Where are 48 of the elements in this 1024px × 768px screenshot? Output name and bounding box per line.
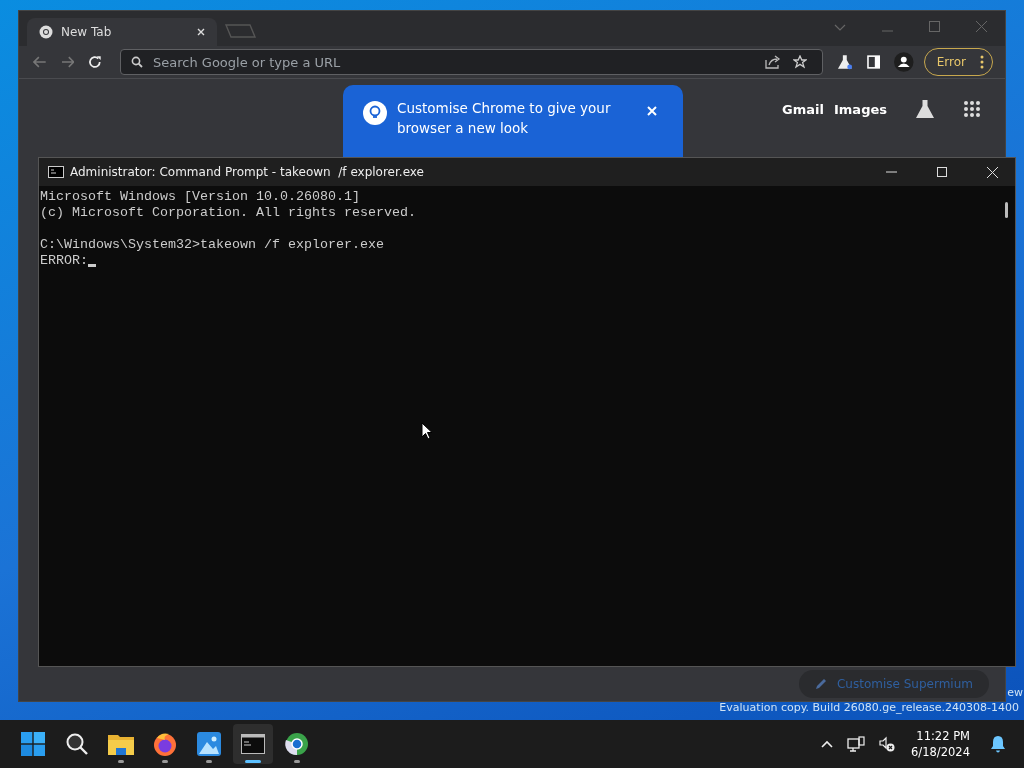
- header-link[interactable]: Gmail: [782, 101, 824, 117]
- star-icon[interactable]: [792, 55, 807, 69]
- terminal-icon: [48, 166, 64, 178]
- fox-globe-icon: [153, 732, 177, 756]
- photos-icon: [197, 732, 221, 756]
- terminal-icon: [241, 734, 265, 754]
- header-link[interactable]: Images: [834, 101, 887, 117]
- reload-icon[interactable]: [88, 55, 102, 69]
- flask-icon[interactable]: [836, 54, 853, 70]
- forward-arrow-icon[interactable]: [60, 56, 75, 68]
- chrome-icon: [39, 25, 53, 39]
- folder-icon: [108, 733, 134, 755]
- clock-date: 6/18/2024: [911, 744, 970, 760]
- share-icon[interactable]: [764, 55, 781, 69]
- chevron-up-icon[interactable]: [821, 740, 834, 748]
- apps-grid-icon[interactable]: [963, 100, 981, 118]
- windows-logo-icon: [21, 732, 45, 756]
- side-panel-icon[interactable]: [866, 55, 881, 69]
- watermark-text: ew: [1007, 686, 1023, 699]
- flask-icon[interactable]: [915, 99, 935, 119]
- network-icon[interactable]: [847, 736, 866, 752]
- browser-tab[interactable]: New Tab: [27, 18, 217, 46]
- chevron-down-icon[interactable]: [834, 24, 846, 32]
- speaker-muted-icon[interactable]: [879, 736, 896, 752]
- clock-time: 11:22 PM: [916, 728, 970, 744]
- more-icon[interactable]: [980, 55, 985, 69]
- lightbulb-icon: [363, 101, 387, 125]
- mouse-pointer-icon: [421, 422, 433, 440]
- bell-icon[interactable]: [990, 735, 1006, 753]
- console-line: C:\Windows\System32>takeown /f explorer.exe: [40, 237, 385, 253]
- console-line: Microsoft Windows [Version 10.0.26080.1]: [40, 189, 361, 205]
- text-cursor: [88, 264, 96, 267]
- pencil-icon: [814, 678, 827, 690]
- window-title: Administrator: Command Prompt - takeown /f explorer.exe: [70, 165, 424, 179]
- console-line: ERROR:: [40, 253, 88, 269]
- search-icon: [65, 732, 89, 756]
- search-icon: [131, 56, 143, 68]
- watermark-text: Evaluation copy. Build 26080.ge_release.240308-1400: [719, 701, 1019, 714]
- globe-icon: [285, 732, 309, 756]
- taskbar-button[interactable]: [233, 724, 273, 764]
- profile-icon[interactable]: [894, 52, 914, 72]
- error-button[interactable]: Error: [923, 48, 994, 76]
- promo-text: Customise Chrome to give your browser a new look: [397, 99, 612, 138]
- address-field[interactable]: Search Google or type a URL: [120, 49, 823, 75]
- back-arrow-icon[interactable]: [33, 56, 47, 68]
- scrollbar[interactable]: [1005, 202, 1008, 218]
- console-line: (c) Microsoft Corporation. All rights reserved.: [40, 205, 417, 221]
- clock[interactable]: 11:22 PM 6/18/2024: [911, 728, 970, 760]
